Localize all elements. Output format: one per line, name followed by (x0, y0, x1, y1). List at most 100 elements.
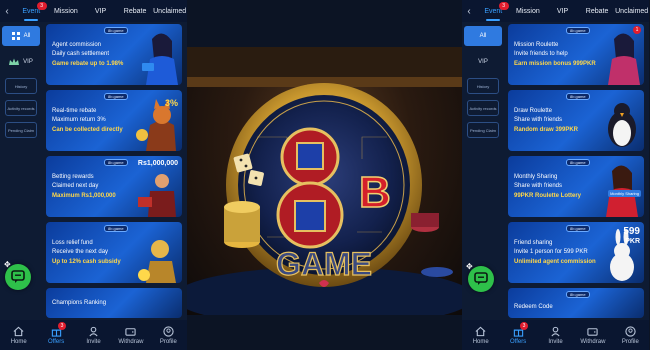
sidebar-item-records[interactable]: Activity records (5, 100, 37, 116)
chat-icon (474, 272, 488, 285)
brand-logo: 8b.game (104, 27, 128, 34)
drag-handle-icon[interactable]: ✥ (4, 260, 11, 269)
price-art-label: 599 (623, 226, 640, 237)
nav-home[interactable]: Home (0, 326, 37, 345)
tab-rebate[interactable]: Rebate (580, 8, 615, 15)
tab-mission[interactable]: Mission (511, 8, 546, 15)
brand-logo: 8b.game (566, 93, 590, 100)
offer-card-betting-rewards[interactable]: 8b.game Betting rewards Claimed next day… (46, 156, 182, 217)
nav-home[interactable]: Home (462, 326, 499, 345)
tab-mission[interactable]: Mission (49, 8, 84, 15)
sidebar-item-vip[interactable]: VIP (464, 52, 502, 72)
tab-vip[interactable]: VIP (83, 8, 118, 15)
offer-card-draw-roulette[interactable]: 8b.game Draw Roulette Share with friends… (508, 90, 644, 151)
card-highlight: Maximum Rs1,000,000 (52, 193, 116, 199)
nav-offers[interactable]: Offers 3 (499, 321, 536, 345)
back-icon[interactable]: ‹ (0, 6, 14, 17)
right-phone-screen: ‹ Event 3 Mission VIP Rebate Unclaimed Al… (462, 0, 649, 350)
percent-art-label: 3% (164, 98, 178, 108)
sharing-art-label: Monthly Sharing (608, 190, 641, 197)
card-highlight: Random draw 399PKR (514, 127, 579, 133)
sidebar-item-pending[interactable]: Pending Claim (467, 122, 499, 138)
tab-event[interactable]: Event 3 (476, 1, 511, 21)
invite-icon (89, 326, 98, 336)
grid-icon (11, 32, 20, 40)
offers-badge: 3 (57, 321, 66, 330)
card-title: Loss relief fund (52, 240, 93, 246)
card-subtitle: Share with friends (514, 183, 563, 189)
nav-profile[interactable]: Profile (150, 325, 187, 345)
amount-art-label: Rs1,000,000 (137, 160, 178, 167)
sidebar-item-records[interactable]: Activity records (467, 100, 499, 116)
profile-icon (163, 325, 174, 337)
offer-card-loss-relief[interactable]: 8b.game Loss relief fund Receive the nex… (46, 222, 182, 283)
sidebar-item-vip[interactable]: VIP (2, 52, 40, 72)
brand-logo: 8b.game (104, 225, 128, 232)
brand-b: B (359, 168, 391, 217)
card-highlight: 99PKR Roulette Lottery (514, 193, 582, 199)
sidebar-item-history[interactable]: History (5, 78, 37, 94)
nav-invite[interactable]: Invite (537, 326, 574, 345)
card-title: Mission Roulette (514, 42, 559, 48)
card-title: Betting rewards (52, 174, 94, 180)
offer-card-mission-roulette[interactable]: 8b.game 1 Mission Roulette Invite friend… (508, 24, 644, 85)
crown-icon (9, 58, 20, 65)
card-highlight: Earn mission bonus 999PKR (514, 61, 596, 67)
card-highlight: Game rebate up to 1.98% (52, 61, 124, 67)
home-icon (475, 326, 486, 336)
card-subtitle: Maximum return 3% (52, 117, 106, 123)
nav-withdraw[interactable]: Withdraw (112, 326, 149, 345)
event-badge: 3 (498, 1, 509, 10)
tab-unclaimed[interactable]: Unclaimed (152, 8, 187, 15)
drag-handle-icon[interactable]: ✥ (466, 262, 473, 271)
offer-card-realtime-rebate[interactable]: 8b.game Real-time rebate Maximum return … (46, 90, 182, 151)
treasure-illustration (138, 240, 176, 283)
woman-illustration (606, 165, 638, 217)
back-icon[interactable]: ‹ (462, 6, 476, 17)
tab-vip[interactable]: VIP (545, 8, 580, 15)
sidebar-item-pending[interactable]: Pending Claim (5, 122, 37, 138)
nav-invite[interactable]: Invite (75, 326, 112, 345)
wallet-icon (125, 327, 137, 336)
card-title: Agent commission (52, 42, 102, 48)
coin-illustration: 8 B GAME (187, 47, 462, 315)
top-tab-bar: ‹ Event 3 Mission VIP Rebate Unclaimed (0, 0, 187, 22)
nav-withdraw[interactable]: Withdraw (574, 326, 611, 345)
brand-logo: 8b.game (566, 159, 590, 166)
event-badge: 3 (36, 1, 47, 10)
offers-sidebar: All VIP History Activity records Pending… (464, 26, 502, 144)
sidebar-item-all[interactable]: All (464, 26, 502, 46)
tab-rebate[interactable]: Rebate (118, 8, 153, 15)
card-subtitle: Invite friends to help (514, 51, 568, 57)
nav-profile[interactable]: Profile (612, 325, 649, 345)
chip-stack-icon (224, 201, 260, 248)
brand-logo: 8b.game (566, 291, 590, 298)
card-highlight: Can be collected directly (52, 127, 123, 133)
sidebar-item-history[interactable]: History (467, 78, 499, 94)
brand-logo: 8b.game (566, 27, 590, 34)
warrior-illustration (138, 174, 176, 217)
currency-art-label: PKR (625, 238, 640, 245)
card-highlight: Unlimited agent commission (514, 259, 596, 265)
offers-badge: 3 (519, 321, 528, 330)
wallet-icon (587, 327, 599, 336)
card-subtitle: Daily cash settlement (52, 51, 110, 57)
tab-unclaimed[interactable]: Unclaimed (614, 8, 649, 15)
offer-card-champions[interactable]: Champions Ranking (46, 288, 182, 318)
card-title: Real-time rebate (52, 108, 97, 114)
offer-card-agent-commission[interactable]: 8b.game Agent commission Daily cash sett… (46, 24, 182, 85)
card-title: Monthly Sharing (514, 174, 558, 180)
nav-offers[interactable]: Offers 3 (37, 321, 74, 345)
card-subtitle: Share with friends (514, 117, 563, 123)
bottom-nav: Home Offers 3 Invite Withdraw Profile (0, 320, 187, 350)
offer-card-redeem-code[interactable]: 8b.game Redeem Code (508, 288, 644, 318)
offer-card-friend-sharing[interactable]: 8b.game Friend sharing Invite 1 person f… (508, 222, 644, 283)
card-title: Draw Roulette (514, 108, 553, 114)
woman-illustration (142, 33, 178, 85)
offer-card-monthly-sharing[interactable]: 8b.game Monthly Sharing Share with frien… (508, 156, 644, 217)
card-subtitle: Claimed next day (52, 183, 99, 189)
hero-coin-banner: 8 B GAME (187, 47, 462, 315)
profile-icon (625, 325, 636, 337)
tab-event[interactable]: Event 3 (14, 1, 49, 21)
sidebar-item-all[interactable]: All (2, 26, 40, 46)
